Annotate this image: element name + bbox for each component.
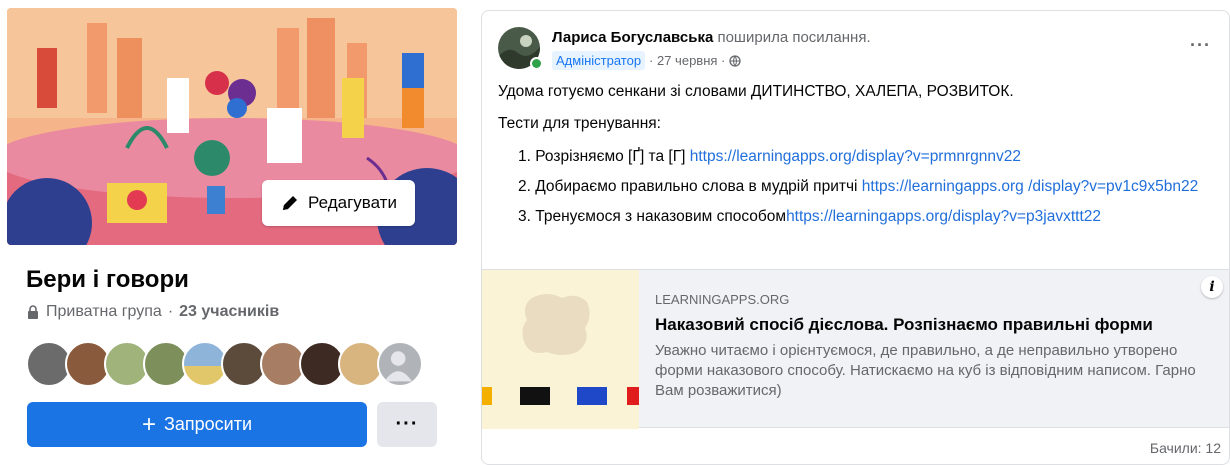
info-icon[interactable]: i [1201,276,1223,298]
member-avatars [26,341,423,387]
meta-separator: · [167,303,174,320]
edit-cover-button[interactable]: Редагувати [262,180,415,226]
member-avatar-placeholder[interactable] [377,341,423,387]
post-action: поширила посилання. [717,29,871,46]
privacy-label: Приватна група [46,303,162,320]
test-link[interactable]: https://learningapps.org/display?v=p3jav… [786,208,1101,225]
test-item: 1. Розрізняємо [Ґ] та [Г] https://learni… [518,146,1218,168]
author-name[interactable]: Лариса Богуславська [552,29,713,46]
online-status-dot [530,57,543,70]
group-more-button[interactable]: ··· [377,402,437,447]
invite-label: Запросити [164,414,253,434]
link-title[interactable]: Наказовий спосіб дієслова. Розпізнаємо п… [655,315,1215,335]
group-title[interactable]: Бери і говори [26,266,189,294]
post-date[interactable]: · 27 червня · [649,53,725,68]
test-item: 2. Добираємо правильно слова в мудрій пр… [518,176,1218,198]
invite-button[interactable]: + Запросити [27,402,367,447]
link-domain: LEARNINGAPPS.ORG [655,292,790,307]
group-header: Редагувати Бери і говори Приватна група … [0,0,462,465]
group-meta: Приватна група · 23 учасників [26,303,279,321]
test-item-text: 2. Добираємо правильно слова в мудрій пр… [518,178,862,195]
post-more-button[interactable]: ··· [1190,35,1211,56]
lock-icon [26,305,40,319]
post-intro: Удома готуємо сенкани зі словами ДИТИНСТ… [498,83,1014,100]
post-meta: Адміністратор · 27 червня · [552,51,742,70]
pencil-icon [280,193,300,213]
test-item-text: 3. Тренуємося з наказовим способом [518,208,787,225]
tests-heading: Тести для тренування: [498,115,661,132]
link-preview-text: LEARNINGAPPS.ORG Наказовий спосіб дієсло… [655,292,1215,401]
globe-icon [729,54,742,67]
test-link[interactable]: https://learningapps.org /display?v=pv1c… [862,178,1199,195]
test-item: 3. Тренуємося з наказовим способомhttps:… [518,206,1218,228]
plus-icon: + [141,410,156,438]
link-preview-card[interactable]: LEARNINGAPPS.ORG Наказовий спосіб дієсло… [482,269,1229,429]
member-count[interactable]: 23 учасників [179,303,279,321]
link-preview-thumbnail[interactable] [482,270,639,429]
post-body: Удома готуємо сенкани зі словами ДИТИНСТ… [498,82,1218,236]
test-list: 1. Розрізняємо [Ґ] та [Г] https://learni… [498,146,1218,228]
post-card: Лариса Богуславська поширила посилання. … [481,10,1230,465]
author-line: Лариса Богуславська поширила посилання. [552,29,871,46]
test-item-text: 1. Розрізняємо [Ґ] та [Г] [518,148,690,165]
test-link[interactable]: https://learningapps.org/display?v=prmnr… [690,148,1021,165]
view-count[interactable]: Бачили: 12 [1150,440,1221,456]
link-description: Уважно читаємо і орієнтуємося, де правил… [655,342,1196,399]
edit-cover-label: Редагувати [308,193,397,212]
admin-badge[interactable]: Адміністратор [552,51,646,70]
